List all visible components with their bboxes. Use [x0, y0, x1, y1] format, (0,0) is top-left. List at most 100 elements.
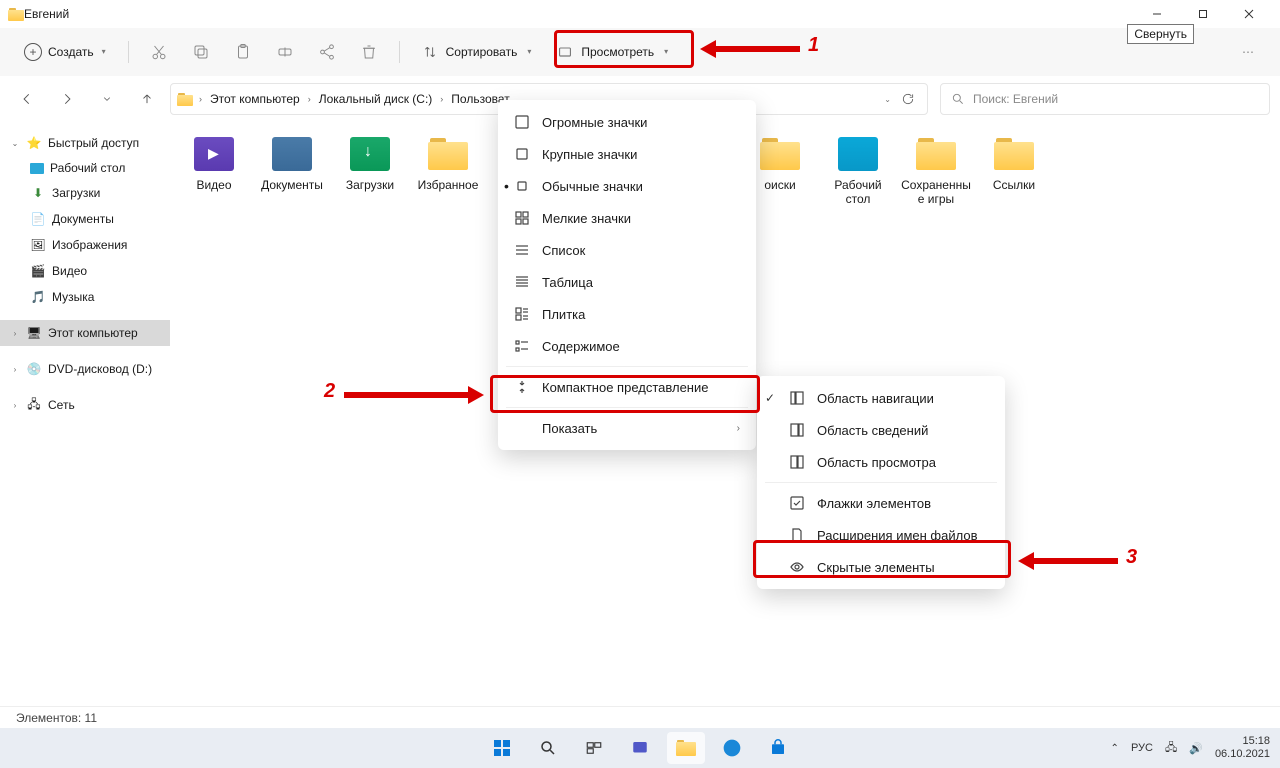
sidebar-item-downloads[interactable]: ⬇Загрузки [0, 180, 170, 206]
sidebar-quick-access[interactable]: ⌄ ⭐ Быстрый доступ [0, 130, 170, 156]
menu-item-list[interactable]: Список [498, 234, 756, 266]
menu-item-content[interactable]: Содержимое [498, 330, 756, 362]
check-icon: ✓ [765, 391, 775, 405]
menu-item-show[interactable]: Показать› [498, 412, 756, 444]
sidebar-item-this-pc[interactable]: ›🖥Этот компьютер [0, 320, 170, 346]
share-button[interactable] [309, 34, 345, 70]
sidebar-item-music[interactable]: 🎵Музыка [0, 284, 170, 310]
status-bar: Элементов: 11 [0, 706, 1280, 728]
title-bar: Евгений [0, 0, 1280, 28]
sidebar-item-desktop[interactable]: Рабочий стол [0, 156, 170, 180]
folder-favorites[interactable]: Избранное [412, 134, 484, 207]
window-title: Евгений [24, 7, 69, 21]
chevron-down-icon: ▾ [664, 47, 668, 56]
tray-volume-icon[interactable]: 🔊 [1189, 742, 1203, 755]
folder-documents[interactable]: Документы [256, 134, 328, 207]
menu-item-details-pane[interactable]: Область сведений [757, 414, 1005, 446]
start-button[interactable] [483, 732, 521, 764]
folder-icon [8, 8, 24, 21]
menu-item-details[interactable]: Таблица [498, 266, 756, 298]
task-edge[interactable] [713, 732, 751, 764]
up-button[interactable] [130, 82, 164, 116]
task-chat[interactable] [621, 732, 659, 764]
chevron-right-icon: › [737, 423, 740, 434]
menu-item-compact[interactable]: Компактное представление [498, 371, 756, 403]
sidebar-item-videos[interactable]: 🎬Видео [0, 258, 170, 284]
chevron-down-icon: ▾ [102, 47, 106, 56]
folder-saved-games[interactable]: Сохраненные игры [900, 134, 972, 207]
cut-button[interactable] [141, 34, 177, 70]
menu-item-extensions[interactable]: Расширения имен файлов [757, 519, 1005, 551]
breadcrumb-segment[interactable]: Этот компьютер [208, 92, 302, 106]
tray-language[interactable]: РУС [1131, 742, 1153, 754]
task-task-view[interactable] [575, 732, 613, 764]
sort-label: Сортировать [446, 45, 518, 59]
picture-icon: 🖼 [30, 237, 46, 253]
sidebar-item-dvd[interactable]: ›💿DVD-дисковод (D:) [0, 356, 170, 382]
folder-videos[interactable]: ▶Видео [178, 134, 250, 207]
task-search[interactable] [529, 732, 567, 764]
new-button[interactable]: + Создать ▾ [14, 37, 116, 67]
video-icon: 🎬 [30, 263, 46, 279]
star-icon: ⭐ [26, 135, 42, 151]
chevron-down-icon[interactable]: ⌄ [884, 95, 891, 104]
recent-button[interactable] [93, 85, 120, 112]
network-icon: 🖧 [26, 397, 42, 413]
tray-show-hidden[interactable]: ⌃ [1111, 743, 1119, 754]
tray-clock[interactable]: 15:18 06.10.2021 [1215, 735, 1270, 761]
menu-separator [506, 407, 748, 408]
download-icon: ⬇ [30, 185, 46, 201]
menu-item-tiles[interactable]: Плитка [498, 298, 756, 330]
search-icon [951, 92, 965, 106]
menu-item-hidden[interactable]: Скрытые элементы [757, 551, 1005, 583]
menu-item-small-icons[interactable]: Мелкие значки [498, 202, 756, 234]
menu-item-medium-icons[interactable]: •Обычные значки [498, 170, 756, 202]
delete-button[interactable] [351, 34, 387, 70]
chevron-down-icon[interactable]: ⌄ [10, 139, 20, 148]
tray-network-icon[interactable]: 🖧 [1165, 739, 1177, 758]
folder-links[interactable]: Ссылки [978, 134, 1050, 207]
sidebar-item-documents[interactable]: 📄Документы [0, 206, 170, 232]
chevron-right-icon[interactable]: › [10, 401, 20, 410]
view-label: Просмотреть [581, 45, 654, 59]
plus-icon: + [24, 43, 42, 61]
task-store[interactable] [759, 732, 797, 764]
refresh-icon[interactable] [901, 92, 915, 106]
chevron-right-icon[interactable]: › [10, 365, 20, 374]
annotation-label-2: 2 [324, 380, 335, 403]
menu-item-preview-pane[interactable]: Область просмотра [757, 446, 1005, 478]
menu-item-large-icons[interactable]: Крупные значки [498, 138, 756, 170]
separator [128, 41, 129, 63]
menu-item-nav-pane[interactable]: ✓Область навигации [757, 382, 1005, 414]
sidebar-item-network[interactable]: ›🖧Сеть [0, 392, 170, 418]
more-button[interactable]: ⋯ [1230, 34, 1266, 70]
disc-icon: 💿 [26, 361, 42, 377]
document-icon: 📄 [30, 211, 46, 227]
annotation-label-1: 1 [808, 34, 819, 57]
menu-separator [765, 482, 997, 483]
item-count: Элементов: 11 [16, 711, 97, 725]
search-box[interactable]: Поиск: Евгений [940, 83, 1270, 115]
forward-button[interactable] [50, 82, 84, 116]
copy-button[interactable] [183, 34, 219, 70]
separator [399, 41, 400, 63]
rename-button[interactable] [267, 34, 303, 70]
chevron-right-icon[interactable]: › [10, 329, 20, 338]
folder-downloads[interactable]: ↓Загрузки [334, 134, 406, 207]
breadcrumb-segment[interactable]: Локальный диск (C:) [317, 92, 435, 106]
new-label: Создать [48, 45, 94, 59]
annotation-arrow-2 [344, 386, 484, 404]
paste-button[interactable] [225, 34, 261, 70]
sidebar-item-pictures[interactable]: 🖼Изображения [0, 232, 170, 258]
close-button[interactable] [1226, 0, 1272, 28]
menu-item-huge-icons[interactable]: Огромные значки [498, 106, 756, 138]
sort-button[interactable]: Сортировать ▾ [412, 38, 542, 66]
chevron-icon: › [438, 94, 445, 104]
view-button[interactable]: Просмотреть ▾ [547, 38, 678, 66]
taskbar: ⌃ РУС 🖧 🔊 15:18 06.10.2021 [0, 728, 1280, 768]
folder-desktop[interactable]: Рабочий стол [822, 134, 894, 207]
back-button[interactable] [10, 82, 44, 116]
menu-item-checkboxes[interactable]: Флажки элементов [757, 487, 1005, 519]
task-explorer[interactable] [667, 732, 705, 764]
sort-icon [422, 44, 438, 60]
